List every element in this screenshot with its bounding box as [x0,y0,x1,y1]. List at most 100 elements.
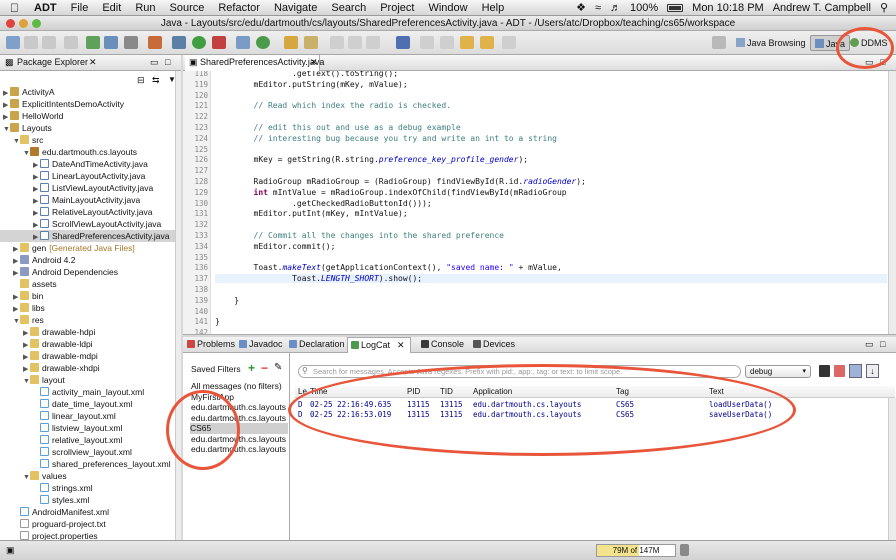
menu-source[interactable]: Source [163,2,212,14]
tree-item[interactable]: ▶ ActivityA [0,86,175,98]
menu-app-name[interactable]: ADT [27,2,64,14]
save-log-icon[interactable] [819,365,830,377]
close-tab-icon[interactable]: ✕ [397,340,405,351]
tree-item[interactable]: date_time_layout.xml [0,398,175,410]
filter-item[interactable]: All messages (no filters) [191,381,282,392]
filter-item[interactable]: edu.dartmouth.cs.layouts [191,402,286,413]
filter-item[interactable]: CS65 [190,423,288,434]
perspective-java[interactable]: Java [810,35,851,51]
tree-item[interactable]: relative_layout.xml [0,434,175,446]
new-android-project-icon[interactable] [148,36,162,49]
minimize-view-icon[interactable]: ▭ [865,57,874,68]
apple-icon[interactable]:  [0,1,27,15]
maximize-view-icon[interactable]: □ [165,57,170,67]
debug-icon[interactable] [172,36,186,49]
close-tab-icon[interactable]: ✕ [89,57,97,68]
tab-logcat[interactable]: LogCat ✕ [347,337,411,353]
tree-item[interactable]: scrollview_layout.xml [0,446,175,458]
battery-percent[interactable]: 100% [630,2,658,14]
tree-item[interactable]: ▼ layout [0,374,175,386]
tree-item[interactable]: ▼ res [0,314,175,326]
clock[interactable]: Mon 10:18 PM [692,2,764,14]
user-name[interactable]: Andrew T. Campbell [773,2,871,14]
log-column-header[interactable]: Application [473,387,512,396]
tree-item[interactable]: linear_layout.xml [0,410,175,422]
tree-item[interactable]: ▶ drawable-xhdpi [0,362,175,374]
collapse-all-icon[interactable]: ⊟ [137,75,145,86]
back-icon[interactable] [440,36,454,49]
log-column-header[interactable]: Time [310,387,327,396]
tab-console[interactable]: Console [421,339,464,349]
fast-view-icon[interactable]: ▣ [6,545,15,556]
toggle-filters-panel-icon[interactable] [849,364,862,378]
tab-problems[interactable]: Problems [187,339,235,349]
tree-item[interactable]: ▶ DateAndTimeActivity.java [0,158,175,170]
tree-item[interactable]: activity_main_layout.xml [0,386,175,398]
open-type-icon[interactable] [284,36,298,49]
log-level-select[interactable]: debug ▾ [745,365,811,378]
tree-item[interactable]: ▼ values [0,470,175,482]
editor-scrollbar[interactable] [888,71,896,334]
search-icon[interactable] [304,36,318,49]
dropbox-icon[interactable]: ❖ [576,1,586,14]
filter-item[interactable]: edu.dartmouth.cs.layouts [191,444,286,455]
edit-filter-icon[interactable]: ✎ [274,362,282,373]
tree-item[interactable]: strings.xml [0,482,175,494]
log-column-header[interactable]: Le [298,387,307,396]
logcat-search-input[interactable]: Search for messages. Accepts Java regexe… [298,365,741,378]
new-java-package-icon[interactable] [236,36,250,49]
maximize-view-icon[interactable]: □ [880,339,885,349]
menu-navigate[interactable]: Navigate [267,2,324,14]
clear-log-icon[interactable] [834,365,845,377]
tree-item[interactable]: proguard-project.txt [0,518,175,530]
tree-item[interactable]: ▶ ExplicitIntentsDemoActivity [0,98,175,110]
log-column-header[interactable]: Text [709,387,724,396]
save-icon[interactable] [24,36,38,49]
tree-item[interactable]: AndroidManifest.xml [0,506,175,518]
log-scrollbar[interactable] [888,398,896,540]
tree-item[interactable]: ▶ bin [0,290,175,302]
filter-item[interactable]: edu.dartmouth.cs.layouts [191,413,286,424]
log-row[interactable]: D 02-25 22:16:49.635 13115 13115 edu.dartmou… [295,400,885,410]
add-filter-icon[interactable]: + [248,361,255,375]
log-column-header[interactable]: Tag [616,387,629,396]
menu-window[interactable]: Window [421,2,474,14]
menu-refactor[interactable]: Refactor [211,2,267,14]
toggle-mark-occurrences-icon[interactable] [330,36,344,49]
link-with-editor-icon[interactable]: ⇆ [152,75,160,86]
tree-item[interactable]: ▶ MainLayoutActivity.java [0,194,175,206]
tab-javadoc[interactable]: Javadoc [239,339,283,349]
heap-status[interactable]: 79M of 147M [596,544,676,557]
tree-item[interactable]: ▶ drawable-mdpi [0,350,175,362]
forward-history-icon[interactable] [480,36,494,49]
forward-icon[interactable] [460,36,474,49]
tree-item[interactable]: listview_layout.xml [0,422,175,434]
last-edit-location-icon[interactable] [420,36,434,49]
close-window-icon[interactable] [6,19,15,28]
menu-help[interactable]: Help [475,2,512,14]
save-all-icon[interactable] [42,36,56,49]
tree-item[interactable]: ▶ ListViewLayoutActivity.java [0,182,175,194]
perspective-java-browsing[interactable]: Java Browsing [732,35,810,51]
external-tools-icon[interactable] [212,36,226,49]
minimize-view-icon[interactable]: ▭ [865,339,874,350]
close-tab-icon[interactable]: ✕ [310,57,318,68]
run-icon[interactable] [192,36,206,49]
maximize-view-icon[interactable]: □ [880,57,885,67]
lint-check-icon[interactable] [124,36,138,49]
minimize-view-icon[interactable]: ▭ [150,57,159,68]
toolbar-overflow-icon[interactable] [502,36,516,49]
tree-item[interactable]: ▼ src [0,134,175,146]
next-annotation-icon[interactable] [396,36,410,49]
tree-item[interactable]: ▼ Layouts [0,122,175,134]
tree-item[interactable]: assets [0,278,175,290]
open-perspective-icon[interactable] [712,36,726,49]
tree-item[interactable]: ▶ Android Dependencies [0,266,175,278]
log-column-header[interactable]: TID [440,387,453,396]
toggle-block-selection-icon[interactable] [348,36,362,49]
menu-run[interactable]: Run [128,2,162,14]
package-explorer-scrollbar[interactable] [175,71,181,540]
minimize-window-icon[interactable] [19,19,28,28]
tree-item[interactable]: shared_preferences_layout.xml [0,458,175,470]
tree-item[interactable]: ▶ SharedPreferencesActivity.java [0,230,175,242]
